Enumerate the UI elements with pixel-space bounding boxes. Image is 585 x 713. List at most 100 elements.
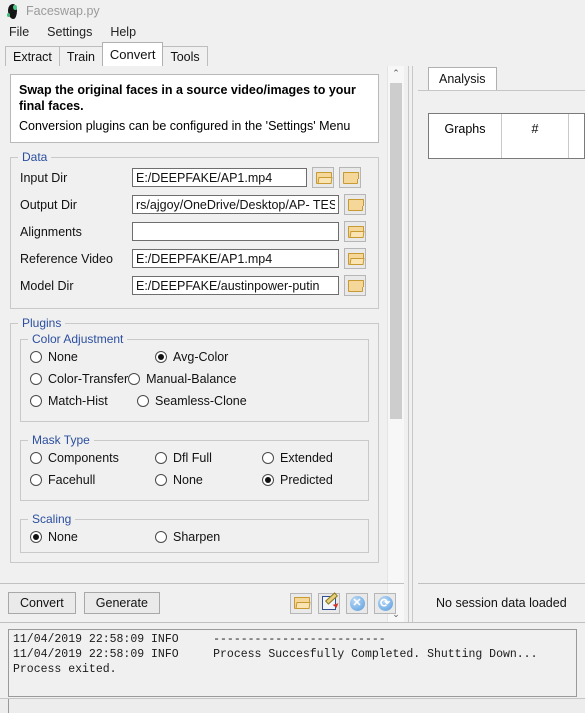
scrollbar-thumb[interactable] [390,83,402,419]
radio-indicator-selected-icon [155,351,167,363]
output-dir-field[interactable] [132,195,339,214]
analysis-tab-strip: Analysis [418,66,585,90]
radio-mask-dfl-full[interactable]: Dfl Full [155,447,262,469]
alignments-browse-file-button[interactable] [344,221,366,242]
input-dir-field[interactable] [132,168,307,187]
alignments-field[interactable] [132,222,339,241]
reference-video-field[interactable] [132,249,339,268]
radio-scaling-sharpen[interactable]: Sharpen [155,526,262,548]
convert-action-bar: Convert Generate ✕ ⟳ [0,583,404,622]
console-output[interactable]: 11/04/2019 22:58:09 INFO ---------------… [8,629,577,697]
model-dir-field[interactable] [132,276,339,295]
label-model-dir: Model Dir [20,278,74,293]
load-config-button[interactable] [290,592,312,614]
label-reference-video: Reference Video [20,251,113,266]
main-content-area: Swap the original faces in a source vide… [0,66,585,622]
radio-color-manual-balance[interactable]: Manual-Balance [128,368,253,390]
radio-label: Dfl Full [173,451,212,465]
generate-button[interactable]: Generate [83,592,160,614]
tab-analysis[interactable]: Analysis [428,67,497,90]
input-dir-browse-file-button[interactable] [312,167,334,188]
tab-tools[interactable]: Tools [162,46,208,67]
tab-train[interactable]: Train [58,46,103,67]
radio-indicator-icon [155,531,167,543]
scaling-group: Scaling None Sharpen [20,512,369,553]
info-box: Swap the original faces in a source vide… [10,74,379,143]
info-headline: Swap the original faces in a source vide… [19,83,356,113]
menu-bar: File Settings Help [0,22,585,42]
radio-color-seamless-clone[interactable]: Seamless-Clone [137,390,247,412]
radio-mask-extended[interactable]: Extended [262,447,333,469]
folder-open-icon [347,225,364,238]
radio-indicator-selected-icon [30,531,42,543]
radio-indicator-icon [30,452,42,464]
convert-button[interactable]: Convert [8,592,76,614]
radio-label: None [48,350,78,364]
label-output-dir: Output Dir [20,197,77,212]
radio-label: Predicted [280,473,333,487]
radio-mask-none[interactable]: None [155,469,262,491]
tab-extract[interactable]: Extract [5,46,60,67]
color-adjustment-group: Color Adjustment None Avg-Color Color-Tr… [20,332,369,422]
radio-color-match-hist[interactable]: Match-Hist [30,390,137,412]
options-vertical-scrollbar[interactable]: ⌃ ⌄ [387,66,404,622]
field-row-input-dir: Input Dir [20,164,369,191]
analysis-panel: Analysis Graphs # No session data loaded [418,66,585,622]
mask-type-group: Mask Type Components Dfl Full Extended F… [20,433,369,501]
color-adjustment-legend: Color Adjustment [28,332,128,346]
radio-mask-predicted[interactable]: Predicted [262,469,333,491]
analysis-status-text: No session data loaded [436,596,567,610]
menu-item-help[interactable]: Help [108,24,138,40]
radio-mask-facehull[interactable]: Facehull [30,469,155,491]
console-line: Process exited. [13,663,117,676]
data-group-legend: Data [18,150,52,164]
clear-config-button[interactable]: ✕ [346,592,368,614]
model-dir-browse-folder-button[interactable] [344,275,366,296]
save-config-button[interactable] [318,592,340,614]
radio-mask-components[interactable]: Components [30,447,155,469]
radio-color-color-transfer[interactable]: Color-Transfer [30,368,128,390]
folder-closed-icon [347,198,364,211]
main-tab-strip: Extract Train Convert Tools [0,42,585,67]
clear-config-icon: ✕ [349,595,365,611]
input-dir-browse-folder-button[interactable] [339,167,361,188]
menu-item-file[interactable]: File [7,24,31,40]
radio-indicator-icon [30,351,42,363]
radio-indicator-icon [30,373,42,385]
mask-type-legend: Mask Type [28,433,94,447]
tab-convert[interactable]: Convert [101,42,164,66]
radio-label: Manual-Balance [146,372,237,386]
output-dir-browse-folder-button[interactable] [344,194,366,215]
options-content: Swap the original faces in a source vide… [0,66,387,622]
mask-type-options: Components Dfl Full Extended Facehull No… [30,447,359,491]
reset-config-button[interactable]: ⟳ [374,592,396,614]
radio-color-none[interactable]: None [30,346,155,368]
folder-open-icon [293,597,310,609]
reset-config-icon: ⟳ [377,595,393,611]
scaling-legend: Scaling [28,512,76,526]
radio-indicator-icon [128,373,141,385]
menu-item-settings[interactable]: Settings [45,24,94,40]
radio-indicator-icon [262,452,274,464]
radio-color-avg-color[interactable]: Avg-Color [155,346,262,368]
radio-scaling-none[interactable]: None [30,526,155,548]
panel-splitter[interactable] [404,66,418,622]
radio-label: None [173,473,203,487]
radio-label: Color-Transfer [48,372,129,386]
faceswap-logo-icon [6,3,19,19]
analysis-column-header-graphs: Graphs [429,114,502,158]
radio-indicator-icon [30,395,42,407]
field-row-model-dir: Model Dir [20,272,369,299]
radio-indicator-icon [155,474,167,486]
analysis-column-header-count: # [502,114,569,158]
folder-closed-icon [342,171,359,184]
label-input-dir: Input Dir [20,170,68,185]
field-row-reference-video: Reference Video [20,245,369,272]
field-row-alignments: Alignments [20,218,369,245]
save-config-icon [322,592,340,610]
analysis-column-header-extra [569,114,584,158]
radio-label: Components [48,451,119,465]
reference-video-browse-file-button[interactable] [344,248,366,269]
radio-label: Sharpen [173,530,221,544]
scrollbar-up-arrow-icon[interactable]: ⌃ [388,66,404,81]
